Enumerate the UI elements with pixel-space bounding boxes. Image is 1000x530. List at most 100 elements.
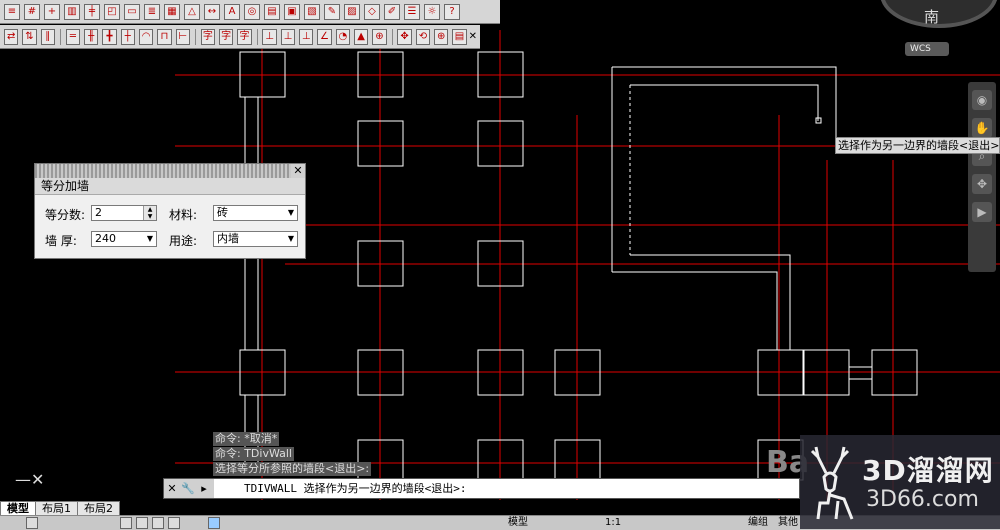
- navigation-bar: ◉ ✋ ⌕ ✥ ▶: [968, 82, 996, 272]
- wall-trim-icon[interactable]: ┼: [120, 28, 135, 45]
- ucs-menu[interactable]: WCS: [905, 42, 949, 56]
- dim-linear-icon[interactable]: ⊥: [262, 28, 277, 45]
- command-line-text: TDIVWALL 选择作为另一边界的墙段<退出>:: [244, 482, 467, 495]
- dim-angle-icon[interactable]: ∠: [317, 28, 332, 45]
- dim-axis-icon[interactable]: ⊕: [372, 28, 387, 45]
- text-icon[interactable]: A: [224, 3, 240, 20]
- file-icon[interactable]: ▧: [304, 3, 320, 20]
- orbit-nav-icon[interactable]: ✥: [972, 174, 992, 194]
- wall-icon[interactable]: ╪: [84, 3, 100, 20]
- chevron-down-icon: ▼: [146, 234, 153, 243]
- showmotion-icon[interactable]: ▶: [972, 202, 992, 222]
- site-watermark: 3D溜溜网 3D66.com: [800, 435, 1000, 529]
- usage-label: 用途:: [169, 234, 198, 248]
- column-icon[interactable]: ▥: [64, 3, 80, 20]
- 3d-icon[interactable]: ◇: [364, 3, 380, 20]
- material-label: 材料:: [169, 208, 198, 222]
- command-prompt-icon[interactable]: ▸: [196, 479, 212, 498]
- stair-icon[interactable]: ≣: [144, 3, 160, 20]
- edit-icon[interactable]: ✐: [384, 3, 400, 20]
- help-icon[interactable]: ?: [444, 3, 460, 20]
- axis-lines: [175, 30, 1000, 500]
- symbol-icon[interactable]: ◎: [244, 3, 260, 20]
- wall-draw-icon[interactable]: ═: [65, 28, 81, 45]
- count-label: 等分数:: [45, 208, 86, 222]
- usage-select[interactable]: 内墙 ▼: [213, 231, 298, 247]
- tab-layout2[interactable]: 布局2: [77, 501, 120, 515]
- dimension-icon[interactable]: ↔: [204, 3, 220, 20]
- dim-elev-icon[interactable]: ▲: [353, 28, 369, 45]
- polar-toggle-icon[interactable]: [136, 517, 148, 529]
- model-space-label[interactable]: 模型: [508, 517, 528, 529]
- deer-logo-icon: [810, 446, 854, 520]
- compass-south-label: 南: [924, 8, 940, 26]
- text-single-icon[interactable]: 字: [237, 28, 252, 45]
- roof-icon[interactable]: △: [184, 3, 200, 20]
- count-input[interactable]: 2 ▲ ▼: [91, 205, 157, 221]
- grid-icon[interactable]: #: [24, 3, 40, 20]
- wall-lines: [239, 51, 918, 481]
- text-edit-icon[interactable]: 字: [219, 28, 234, 45]
- grid-toggle-icon[interactable]: [26, 517, 38, 529]
- annotation-scale[interactable]: 1:1: [605, 517, 621, 529]
- tab-model[interactable]: 模型: [0, 501, 36, 515]
- tool-icon[interactable]: ✎: [324, 3, 340, 20]
- close-icon[interactable]: ✕: [164, 479, 180, 498]
- room-icon[interactable]: ▦: [164, 3, 180, 20]
- divide-wall-dialog: ✕ 等分加墙 等分数: 2 ▲ ▼ 材料: 砖 ▼ 墙 厚: 240 ▼ 用途: …: [34, 163, 306, 259]
- command-history-line: 命令: TDivWall: [213, 447, 294, 461]
- text-style-icon[interactable]: 字: [200, 28, 216, 45]
- image-icon[interactable]: ▨: [344, 3, 360, 20]
- pan-icon[interactable]: ✥: [397, 28, 412, 45]
- otrack-toggle-icon[interactable]: [168, 517, 180, 529]
- thickness-select[interactable]: 240 ▼: [91, 231, 157, 247]
- toolbar-second: ⇄ ⇅ ∥ ═ ╫ ╋ ┼ ◠ ⊓ ⊢ 字 字 字 ⊥ ⊥ ⊥ ∠ ◔ ▲ ⊕ …: [0, 25, 480, 49]
- wall-divide-icon[interactable]: ╫: [84, 28, 99, 45]
- osnap-toggle-icon[interactable]: [152, 517, 164, 529]
- usage-value: 内墙: [217, 232, 239, 245]
- toolbar-top: ≡ # + ▥ ╪ ◰ ▭ ≣ ▦ △ ↔ A ◎ ▤ ▣ ▧ ✎ ▨ ◇ ✐ …: [0, 0, 500, 24]
- door-icon[interactable]: ◰: [104, 3, 120, 20]
- elevation-icon[interactable]: ▤: [264, 3, 280, 20]
- watermark-title: 3D溜溜网: [862, 454, 994, 487]
- group-label[interactable]: 编组: [748, 517, 768, 529]
- count-spinner-icon[interactable]: ▲ ▼: [143, 206, 156, 220]
- zoom-icon[interactable]: ⊕: [434, 28, 449, 45]
- ucs-icon: —✕: [15, 470, 45, 489]
- material-value: 砖: [217, 206, 228, 219]
- layer-icon[interactable]: ≡: [4, 3, 20, 20]
- orbit-icon[interactable]: ⟲: [415, 28, 431, 45]
- other-label[interactable]: 其他: [778, 517, 798, 529]
- window-icon[interactable]: ▭: [124, 3, 140, 20]
- watermark-url: 3D66.com: [866, 487, 979, 512]
- material-select[interactable]: 砖 ▼: [213, 205, 298, 221]
- wall-join-icon[interactable]: ╋: [102, 28, 117, 45]
- offset-icon[interactable]: ∥: [40, 28, 55, 45]
- steering-wheel-icon[interactable]: ◉: [972, 90, 992, 110]
- list-icon[interactable]: ☰: [404, 3, 420, 20]
- tab-layout1[interactable]: 布局1: [35, 501, 78, 515]
- thickness-label: 墙 厚:: [45, 234, 77, 248]
- wall-offset-icon[interactable]: ⊓: [157, 28, 172, 45]
- axis-icon[interactable]: +: [44, 3, 60, 20]
- wall-extend-icon[interactable]: ⊢: [175, 28, 190, 45]
- dim-radius-icon[interactable]: ◔: [335, 28, 350, 45]
- lineweight-toggle-icon[interactable]: [208, 517, 220, 529]
- toolbar-close-icon[interactable]: ✕: [469, 31, 477, 42]
- dim-cont-icon[interactable]: ⊥: [280, 28, 296, 45]
- dialog-titlebar[interactable]: ✕: [35, 164, 305, 178]
- chevron-down-icon: ▼: [287, 234, 294, 243]
- dialog-close-icon[interactable]: ✕: [291, 164, 305, 178]
- pan-nav-icon[interactable]: ✋: [972, 118, 992, 138]
- paste-icon[interactable]: ▤: [452, 28, 467, 45]
- ortho-toggle-icon[interactable]: [120, 517, 132, 529]
- command-line[interactable]: ✕ 🔧 ▸ TDIVWALL 选择作为另一边界的墙段<退出>:: [163, 478, 800, 499]
- align-icon[interactable]: ⇅: [22, 28, 37, 45]
- dim-base-icon[interactable]: ⊥: [299, 28, 314, 45]
- move-icon[interactable]: ⇄: [4, 28, 19, 45]
- dialog-tab[interactable]: 等分加墙: [35, 178, 305, 195]
- wall-arc-icon[interactable]: ◠: [138, 28, 154, 45]
- sun-icon[interactable]: ☼: [424, 3, 440, 20]
- wrench-icon[interactable]: 🔧: [180, 479, 196, 498]
- section-icon[interactable]: ▣: [284, 3, 300, 20]
